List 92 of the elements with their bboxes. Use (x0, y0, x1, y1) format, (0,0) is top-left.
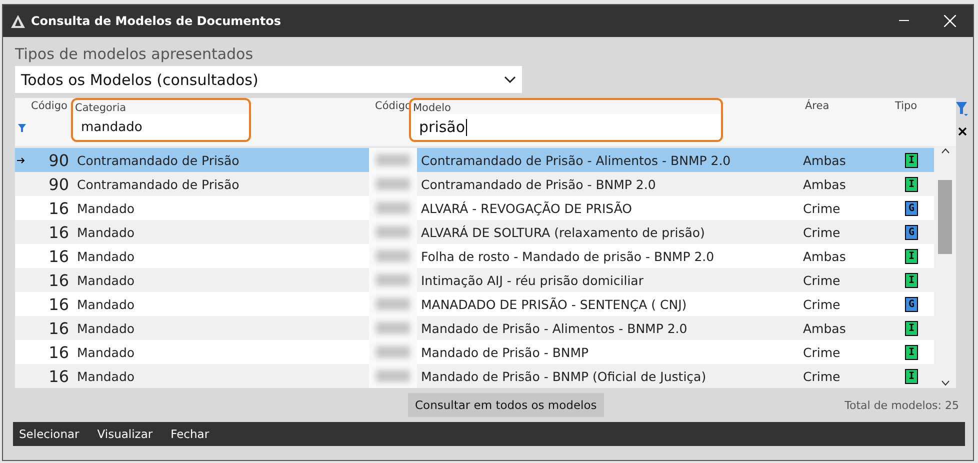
table-cell-text: Crime (802, 200, 842, 216)
table-row[interactable]: 90 Contramandado de Prisão Contramandado de Prisão - BNMP 2.0 Ambas I (15, 172, 934, 196)
scrollbar[interactable] (934, 146, 956, 388)
type-badge: I (905, 368, 918, 384)
types-dropdown[interactable]: Todos os Modelos (consultados) (15, 66, 522, 93)
column-header[interactable]: Categoria (73, 100, 249, 114)
app-logo-icon (11, 14, 25, 28)
window-title: Consulta de Modelos de Documentos (31, 14, 282, 28)
type-badge: I (905, 248, 918, 264)
table-cell-text: Crime (802, 344, 842, 360)
total-count: Total de modelos: 25 (844, 398, 960, 412)
blurred-code (369, 268, 417, 292)
table-cell-text: Mandado (76, 320, 136, 336)
table-row[interactable]: 16 Mandado ALVARÁ DE SOLTURA (relaxamento de prisão) Crime G (15, 220, 934, 244)
table-cell-text: Crime (802, 296, 842, 312)
search-all-button[interactable]: Consultar em todos os modelos (408, 393, 604, 417)
scroll-thumb[interactable] (938, 180, 952, 254)
type-badge: I (905, 152, 918, 168)
blurred-code (369, 340, 417, 364)
table-cell-text: Mandado de Prisão - Alimentos - BNMP 2.0 (420, 320, 688, 336)
chevron-down-icon (504, 76, 516, 83)
table-cell-text: Folha de rosto - Mandado de prisão - BNMP 2.0 (420, 248, 716, 264)
table-cell-text: 90 (48, 174, 70, 194)
table-cell-text: Ambas (802, 176, 847, 192)
table-cell-text: 16 (48, 246, 70, 266)
table-cell-text: Crime (802, 272, 842, 288)
table-cell-text: Mandado de Prisão - BNMP (420, 344, 590, 360)
type-badge: G (905, 224, 918, 240)
table-cell-text: Mandado (76, 344, 136, 360)
footer-button[interactable]: Selecionar (19, 427, 80, 441)
table-cell-text: Mandado (76, 368, 136, 384)
type-badge: G (905, 296, 918, 312)
current-row-icon (17, 156, 25, 164)
types-label: Tipos de modelos apresentados (15, 45, 254, 63)
table-cell-text: Ambas (802, 320, 847, 336)
type-badge: G (905, 200, 918, 216)
blurred-code (369, 364, 417, 388)
table-cell-text: Contramandado de Prisão (76, 176, 240, 192)
table-cell-text: 16 (48, 318, 70, 338)
table-cell-text: 16 (48, 366, 70, 386)
table-cell-text: Intimação AIJ - réu prisão domiciliar (420, 272, 644, 288)
table-cell-text: Mandado (76, 296, 136, 312)
table-cell-text: Mandado de Prisão - BNMP (Oficial de Justiça) (420, 368, 708, 384)
table-cell-text: 16 (48, 270, 70, 290)
table-cell-text: Ambas (802, 152, 847, 168)
table-row[interactable]: 16 Mandado Intimação AIJ - réu prisão domiciliar Crime I (15, 268, 934, 292)
type-badge: I (905, 344, 918, 360)
blurred-code (369, 316, 417, 340)
table-cell-text: 16 (48, 198, 70, 218)
footer-button[interactable]: Visualizar (97, 427, 153, 441)
table-row[interactable]: 16 Mandado Mandado de Prisão - Alimentos - BNMP 2.0 Ambas I (15, 316, 934, 340)
blurred-code (369, 220, 417, 244)
table-cell-text: 16 (48, 222, 70, 242)
close-icon (944, 15, 956, 27)
table-cell-text: Mandado (76, 272, 136, 288)
table-cell-text: ALVARÁ DE SOLTURA (relaxamento de prisão) (420, 224, 706, 240)
blurred-code (369, 172, 417, 196)
footer-button[interactable]: Fechar (170, 427, 210, 441)
blurred-code (369, 196, 417, 220)
column-header[interactable]: Área (803, 98, 893, 112)
blurred-code (369, 244, 417, 268)
scroll-up-icon[interactable] (940, 148, 950, 154)
table-row[interactable]: 90 Contramandado de Prisão Contramandado de Prisão - Alimentos - BNMP 2.0 Ambas I (15, 148, 934, 172)
column-header[interactable]: Tipo (893, 98, 938, 112)
table-cell-text: Mandado (76, 200, 136, 216)
filter-icon[interactable] (956, 102, 969, 117)
blurred-code (369, 292, 417, 316)
table-cell-text: Ambas (802, 248, 847, 264)
table-cell-text: MANADADO DE PRISÃO - SENTENÇA ( CNJ) (420, 296, 688, 312)
scroll-down-icon[interactable] (940, 380, 950, 386)
table-cell-text: 16 (48, 342, 70, 362)
type-badge: I (905, 320, 918, 336)
table-cell-text: Contramandado de Prisão - Alimentos - BNMP 2.0 (420, 152, 732, 168)
table-cell-text: Contramandado de Prisão (76, 152, 240, 168)
filter-field[interactable]: mandado (73, 114, 249, 140)
column-header[interactable]: Modelo (411, 100, 721, 114)
table-cell-text: ALVARÁ - REVOGAÇÃO DE PRISÃO (420, 200, 634, 216)
filter-field[interactable]: prisão (411, 114, 721, 140)
table-cell-text: Mandado (76, 248, 136, 264)
table-cell-text: Contramandado de Prisão - BNMP 2.0 (420, 176, 657, 192)
minimize-icon (899, 20, 909, 22)
table-cell-text: Crime (802, 368, 842, 384)
filter-icon (18, 124, 26, 132)
table-cell-text: 16 (48, 294, 70, 314)
table-cell-text: Mandado (76, 224, 136, 240)
table-cell-text: Crime (802, 224, 842, 240)
type-badge: I (905, 272, 918, 288)
column-header[interactable]: Código (29, 98, 75, 112)
type-badge: I (905, 176, 918, 192)
blurred-code (369, 148, 417, 172)
table-cell-text: 90 (48, 150, 70, 170)
table-row[interactable]: 16 Mandado Mandado de Prisão - BNMP (Oficial de Justiça) Crime I (15, 364, 934, 388)
